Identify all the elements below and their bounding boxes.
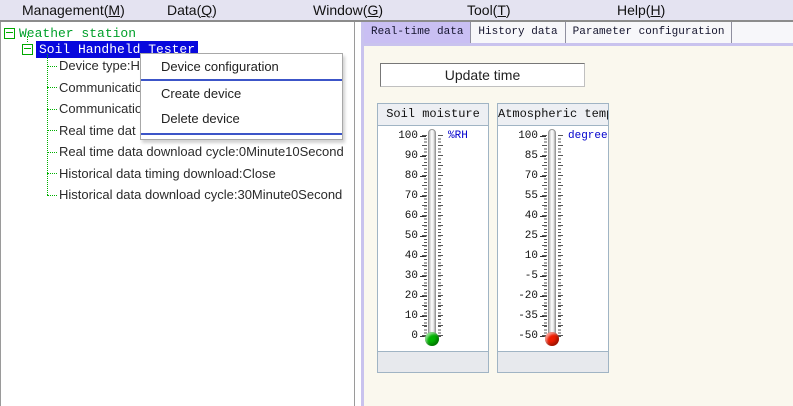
gauge-scale-label: 10	[498, 249, 538, 263]
tree-child-label: Communicatio	[59, 80, 142, 95]
thermometer-tube	[548, 129, 556, 339]
menu-item-text: Management(	[22, 2, 108, 18]
realtime-data-content: Update time Soil moisture100908070605040…	[364, 46, 793, 406]
menu-item-text: )	[212, 2, 217, 18]
tab-real-time-data[interactable]: Real-time data	[364, 22, 471, 43]
gauge-scale-label: 20	[378, 289, 418, 303]
gauge-scale-label: 70	[378, 189, 418, 203]
gauge-unit-label: degree	[568, 130, 608, 142]
thermometer-tube	[428, 129, 436, 339]
tab-strip: Real-time dataHistory dataParameter conf…	[364, 22, 793, 43]
collapse-box-icon[interactable]	[4, 28, 15, 39]
gauge-scale-label: -50	[498, 329, 538, 343]
context-menu-item-create-device[interactable]: Create device	[141, 81, 342, 106]
menu-item-help[interactable]: Help(H)	[617, 0, 665, 20]
gauge-scale-label: -20	[498, 289, 538, 303]
gauge-scale-label: 10	[378, 309, 418, 323]
gauge-atmospheric-temperature: Atmospheric temperature 100 85 70 55 40 25 10 -5…	[497, 103, 609, 373]
menu-item-accelerator: M	[108, 2, 120, 18]
gauge-scale-label: 40	[378, 249, 418, 263]
gauge-scale-label: 90	[378, 149, 418, 163]
tab-history-data[interactable]: History data	[471, 22, 565, 43]
tree-child-label: Real time data download cycle:0Minute10S…	[59, 144, 344, 159]
gauge-scale-label: 40	[498, 209, 538, 223]
gauge-scale-label: -5	[498, 269, 538, 283]
tree-child-row[interactable]: Historical data download cycle:30Minute0…	[1, 184, 353, 206]
tree-child-label: Communicatio	[59, 101, 142, 116]
gauge-footer	[378, 352, 488, 372]
right-panel: Real-time dataHistory dataParameter conf…	[361, 22, 793, 406]
menu-item-window[interactable]: Window(G)	[313, 0, 383, 20]
gauge-tick-ruler-left	[422, 135, 427, 337]
tree-child-label: Historical data download cycle:30Minute0…	[59, 187, 342, 202]
menu-item-text: )	[661, 2, 666, 18]
tree-child-label: Real time dat	[59, 123, 136, 138]
update-time-button[interactable]: Update time	[380, 63, 585, 87]
gauge-scale-label: 60	[378, 209, 418, 223]
tab-parameter-configuration[interactable]: Parameter configuration	[566, 22, 733, 43]
menu-item-text: )	[120, 2, 125, 18]
menu-item-management[interactable]: Management(M)	[22, 0, 125, 20]
menu-item-text: )	[506, 2, 511, 18]
menu-item-text: Window(	[313, 2, 367, 18]
tree-root-label[interactable]: Weather station	[19, 26, 136, 41]
gauge-footer	[498, 352, 608, 372]
context-menu-item-device-configuration[interactable]: Device configuration	[141, 54, 342, 79]
gauge-tick-ruler-right	[558, 135, 563, 337]
menu-item-text: )	[378, 2, 383, 18]
gauge-tick-ruler-right	[438, 135, 443, 337]
context-menu-bottom-rule	[141, 133, 342, 135]
menu-item-text: Data(	[167, 2, 201, 18]
gauge-tick-ruler-left	[542, 135, 547, 337]
thermometer-bulb	[425, 332, 439, 346]
menu-item-accelerator: Q	[201, 2, 212, 18]
gauge-thermometer-area: 100 85 70 55 40 25 10 -5 -20 -35 -50 degree	[498, 126, 608, 352]
gauge-scale-label: 100	[498, 129, 538, 143]
menu-item-accelerator: G	[367, 2, 378, 18]
gauge-thermometer-area: 1009080706050403020100%RH	[378, 126, 488, 352]
menu-item-text: Tool(	[467, 2, 497, 18]
menu-item-accelerator: T	[497, 2, 506, 18]
gauge-scale-label: 80	[378, 169, 418, 183]
tree-child-label: Device type:H	[59, 58, 140, 73]
menu-item-text: Help(	[617, 2, 650, 18]
gauge-scale-label: -35	[498, 309, 538, 323]
gauge-title: Atmospheric temperature	[498, 104, 608, 126]
menu-item-accelerator: H	[650, 2, 660, 18]
collapse-box-icon[interactable]	[22, 44, 33, 55]
gauge-scale-label: 25	[498, 229, 538, 243]
menu-item-tool[interactable]: Tool(T)	[467, 0, 511, 20]
gauge-scale-label: 0	[378, 329, 418, 343]
tree-child-row[interactable]: Real time data download cycle:0Minute10S…	[1, 141, 353, 163]
gauge-title: Soil moisture	[378, 104, 488, 126]
gauge-scale-label: 100	[378, 129, 418, 143]
menu-bar: Management(M)Data(Q)Window(G)Tool(T)Help…	[0, 0, 793, 22]
gauge-scale-label: 30	[378, 269, 418, 283]
thermometer-bulb	[545, 332, 559, 346]
context-menu-item-delete-device[interactable]: Delete device	[141, 106, 342, 131]
gauge-scale-label: 85	[498, 149, 538, 163]
tree-child-label: Historical data timing download:Close	[59, 166, 276, 181]
gauge-scale-label: 55	[498, 189, 538, 203]
gauge-unit-label: %RH	[448, 130, 468, 142]
tree-child-row[interactable]: Historical data timing download:Close	[1, 163, 353, 185]
gauge-soil-moisture: Soil moisture1009080706050403020100%RH	[377, 103, 489, 373]
gauge-scale-label: 50	[378, 229, 418, 243]
context-menu: Device configurationCreate deviceDelete …	[140, 53, 343, 140]
menu-item-data[interactable]: Data(Q)	[167, 0, 217, 20]
tree-node-weather-station[interactable]: Weather station	[4, 26, 136, 41]
gauge-scale-label: 70	[498, 169, 538, 183]
